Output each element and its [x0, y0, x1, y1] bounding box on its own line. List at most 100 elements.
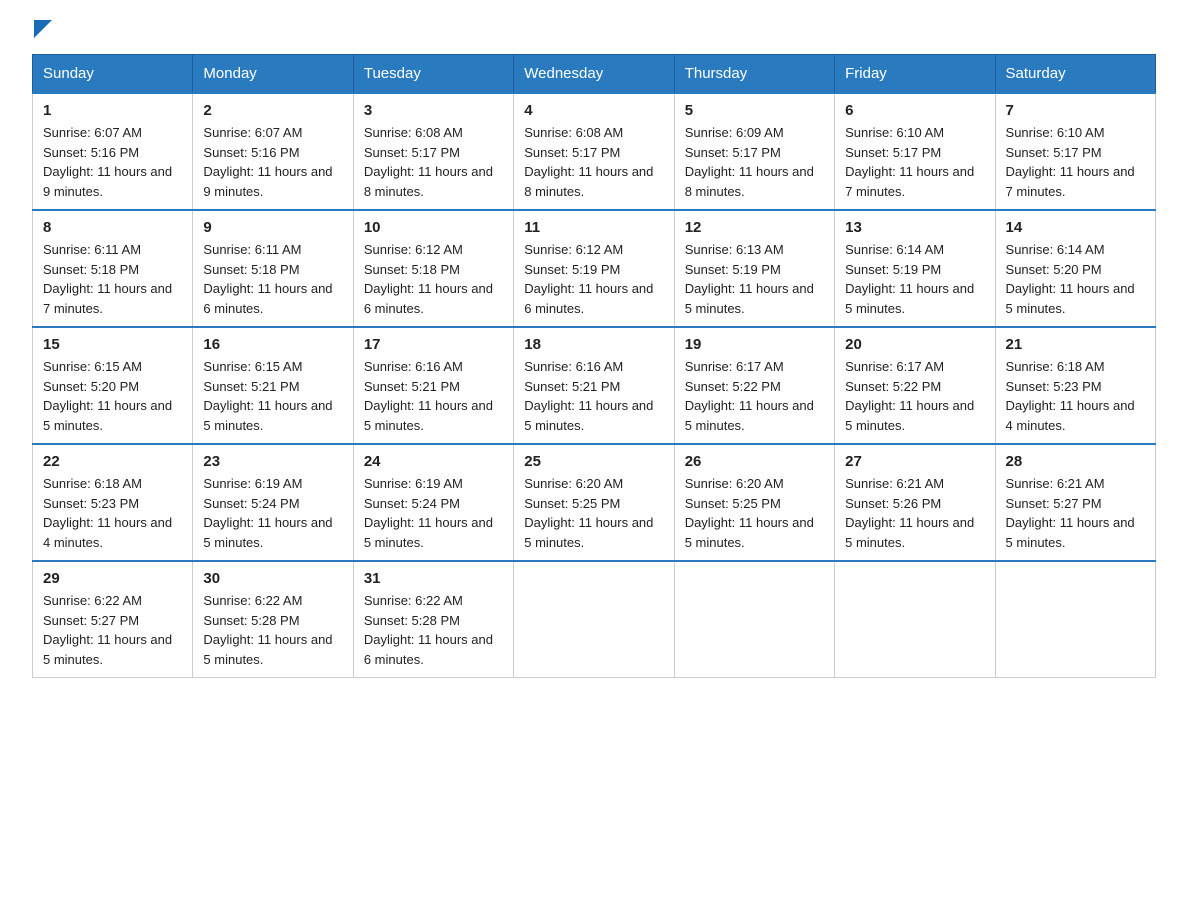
day-info: Sunrise: 6:17 AM Sunset: 5:22 PM Dayligh… [685, 357, 824, 435]
calendar-day-cell [514, 561, 674, 678]
day-number: 15 [43, 336, 182, 353]
day-info: Sunrise: 6:20 AM Sunset: 5:25 PM Dayligh… [685, 474, 824, 552]
day-info: Sunrise: 6:14 AM Sunset: 5:19 PM Dayligh… [845, 240, 984, 318]
day-info: Sunrise: 6:17 AM Sunset: 5:22 PM Dayligh… [845, 357, 984, 435]
day-info: Sunrise: 6:18 AM Sunset: 5:23 PM Dayligh… [1006, 357, 1145, 435]
calendar-day-cell: 15 Sunrise: 6:15 AM Sunset: 5:20 PM Dayl… [33, 327, 193, 444]
day-number: 13 [845, 219, 984, 236]
day-info: Sunrise: 6:22 AM Sunset: 5:28 PM Dayligh… [203, 591, 342, 669]
day-number: 12 [685, 219, 824, 236]
calendar-day-cell: 6 Sunrise: 6:10 AM Sunset: 5:17 PM Dayli… [835, 93, 995, 210]
calendar-day-cell: 25 Sunrise: 6:20 AM Sunset: 5:25 PM Dayl… [514, 444, 674, 561]
logo [32, 24, 52, 38]
calendar-day-cell: 2 Sunrise: 6:07 AM Sunset: 5:16 PM Dayli… [193, 93, 353, 210]
day-number: 2 [203, 102, 342, 119]
day-number: 11 [524, 219, 663, 236]
day-number: 4 [524, 102, 663, 119]
calendar-day-cell: 4 Sunrise: 6:08 AM Sunset: 5:17 PM Dayli… [514, 93, 674, 210]
calendar-day-cell: 26 Sunrise: 6:20 AM Sunset: 5:25 PM Dayl… [674, 444, 834, 561]
day-info: Sunrise: 6:18 AM Sunset: 5:23 PM Dayligh… [43, 474, 182, 552]
weekday-header-monday: Monday [193, 55, 353, 94]
day-number: 17 [364, 336, 503, 353]
weekday-header-wednesday: Wednesday [514, 55, 674, 94]
weekday-header-tuesday: Tuesday [353, 55, 513, 94]
day-info: Sunrise: 6:09 AM Sunset: 5:17 PM Dayligh… [685, 123, 824, 201]
day-number: 25 [524, 453, 663, 470]
calendar-week-row: 29 Sunrise: 6:22 AM Sunset: 5:27 PM Dayl… [33, 561, 1156, 678]
day-number: 28 [1006, 453, 1145, 470]
calendar-week-row: 15 Sunrise: 6:15 AM Sunset: 5:20 PM Dayl… [33, 327, 1156, 444]
day-number: 8 [43, 219, 182, 236]
day-info: Sunrise: 6:19 AM Sunset: 5:24 PM Dayligh… [203, 474, 342, 552]
day-info: Sunrise: 6:21 AM Sunset: 5:27 PM Dayligh… [1006, 474, 1145, 552]
weekday-header-sunday: Sunday [33, 55, 193, 94]
day-number: 23 [203, 453, 342, 470]
calendar-day-cell [995, 561, 1155, 678]
day-number: 16 [203, 336, 342, 353]
day-info: Sunrise: 6:11 AM Sunset: 5:18 PM Dayligh… [203, 240, 342, 318]
calendar-day-cell: 9 Sunrise: 6:11 AM Sunset: 5:18 PM Dayli… [193, 210, 353, 327]
day-info: Sunrise: 6:22 AM Sunset: 5:27 PM Dayligh… [43, 591, 182, 669]
day-number: 24 [364, 453, 503, 470]
weekday-header-friday: Friday [835, 55, 995, 94]
day-info: Sunrise: 6:14 AM Sunset: 5:20 PM Dayligh… [1006, 240, 1145, 318]
day-info: Sunrise: 6:13 AM Sunset: 5:19 PM Dayligh… [685, 240, 824, 318]
day-number: 20 [845, 336, 984, 353]
day-number: 3 [364, 102, 503, 119]
calendar-day-cell: 5 Sunrise: 6:09 AM Sunset: 5:17 PM Dayli… [674, 93, 834, 210]
day-info: Sunrise: 6:22 AM Sunset: 5:28 PM Dayligh… [364, 591, 503, 669]
day-info: Sunrise: 6:11 AM Sunset: 5:18 PM Dayligh… [43, 240, 182, 318]
calendar-day-cell: 1 Sunrise: 6:07 AM Sunset: 5:16 PM Dayli… [33, 93, 193, 210]
weekday-header-row: SundayMondayTuesdayWednesdayThursdayFrid… [33, 55, 1156, 94]
calendar-day-cell: 17 Sunrise: 6:16 AM Sunset: 5:21 PM Dayl… [353, 327, 513, 444]
day-info: Sunrise: 6:07 AM Sunset: 5:16 PM Dayligh… [203, 123, 342, 201]
day-number: 26 [685, 453, 824, 470]
day-info: Sunrise: 6:20 AM Sunset: 5:25 PM Dayligh… [524, 474, 663, 552]
day-number: 1 [43, 102, 182, 119]
calendar-day-cell: 16 Sunrise: 6:15 AM Sunset: 5:21 PM Dayl… [193, 327, 353, 444]
day-info: Sunrise: 6:12 AM Sunset: 5:19 PM Dayligh… [524, 240, 663, 318]
day-number: 9 [203, 219, 342, 236]
calendar-day-cell: 22 Sunrise: 6:18 AM Sunset: 5:23 PM Dayl… [33, 444, 193, 561]
calendar-day-cell: 3 Sunrise: 6:08 AM Sunset: 5:17 PM Dayli… [353, 93, 513, 210]
calendar-day-cell: 14 Sunrise: 6:14 AM Sunset: 5:20 PM Dayl… [995, 210, 1155, 327]
day-number: 22 [43, 453, 182, 470]
day-number: 14 [1006, 219, 1145, 236]
day-info: Sunrise: 6:10 AM Sunset: 5:17 PM Dayligh… [845, 123, 984, 201]
day-number: 30 [203, 570, 342, 587]
page-header [32, 24, 1156, 38]
calendar-day-cell: 20 Sunrise: 6:17 AM Sunset: 5:22 PM Dayl… [835, 327, 995, 444]
calendar-day-cell: 11 Sunrise: 6:12 AM Sunset: 5:19 PM Dayl… [514, 210, 674, 327]
calendar-day-cell: 21 Sunrise: 6:18 AM Sunset: 5:23 PM Dayl… [995, 327, 1155, 444]
day-info: Sunrise: 6:08 AM Sunset: 5:17 PM Dayligh… [524, 123, 663, 201]
day-number: 18 [524, 336, 663, 353]
day-info: Sunrise: 6:16 AM Sunset: 5:21 PM Dayligh… [524, 357, 663, 435]
day-info: Sunrise: 6:15 AM Sunset: 5:21 PM Dayligh… [203, 357, 342, 435]
day-info: Sunrise: 6:15 AM Sunset: 5:20 PM Dayligh… [43, 357, 182, 435]
day-number: 31 [364, 570, 503, 587]
calendar-day-cell: 18 Sunrise: 6:16 AM Sunset: 5:21 PM Dayl… [514, 327, 674, 444]
calendar-day-cell: 27 Sunrise: 6:21 AM Sunset: 5:26 PM Dayl… [835, 444, 995, 561]
weekday-header-saturday: Saturday [995, 55, 1155, 94]
weekday-header-thursday: Thursday [674, 55, 834, 94]
day-number: 7 [1006, 102, 1145, 119]
calendar-day-cell [835, 561, 995, 678]
calendar-day-cell: 19 Sunrise: 6:17 AM Sunset: 5:22 PM Dayl… [674, 327, 834, 444]
calendar-day-cell: 28 Sunrise: 6:21 AM Sunset: 5:27 PM Dayl… [995, 444, 1155, 561]
calendar-day-cell [674, 561, 834, 678]
day-info: Sunrise: 6:12 AM Sunset: 5:18 PM Dayligh… [364, 240, 503, 318]
calendar-day-cell: 23 Sunrise: 6:19 AM Sunset: 5:24 PM Dayl… [193, 444, 353, 561]
day-info: Sunrise: 6:10 AM Sunset: 5:17 PM Dayligh… [1006, 123, 1145, 201]
day-number: 5 [685, 102, 824, 119]
calendar-week-row: 8 Sunrise: 6:11 AM Sunset: 5:18 PM Dayli… [33, 210, 1156, 327]
calendar-day-cell: 8 Sunrise: 6:11 AM Sunset: 5:18 PM Dayli… [33, 210, 193, 327]
calendar-day-cell: 7 Sunrise: 6:10 AM Sunset: 5:17 PM Dayli… [995, 93, 1155, 210]
day-info: Sunrise: 6:07 AM Sunset: 5:16 PM Dayligh… [43, 123, 182, 201]
day-info: Sunrise: 6:21 AM Sunset: 5:26 PM Dayligh… [845, 474, 984, 552]
calendar-day-cell: 13 Sunrise: 6:14 AM Sunset: 5:19 PM Dayl… [835, 210, 995, 327]
calendar-day-cell: 10 Sunrise: 6:12 AM Sunset: 5:18 PM Dayl… [353, 210, 513, 327]
calendar-day-cell: 30 Sunrise: 6:22 AM Sunset: 5:28 PM Dayl… [193, 561, 353, 678]
day-number: 29 [43, 570, 182, 587]
calendar-week-row: 1 Sunrise: 6:07 AM Sunset: 5:16 PM Dayli… [33, 93, 1156, 210]
day-info: Sunrise: 6:19 AM Sunset: 5:24 PM Dayligh… [364, 474, 503, 552]
